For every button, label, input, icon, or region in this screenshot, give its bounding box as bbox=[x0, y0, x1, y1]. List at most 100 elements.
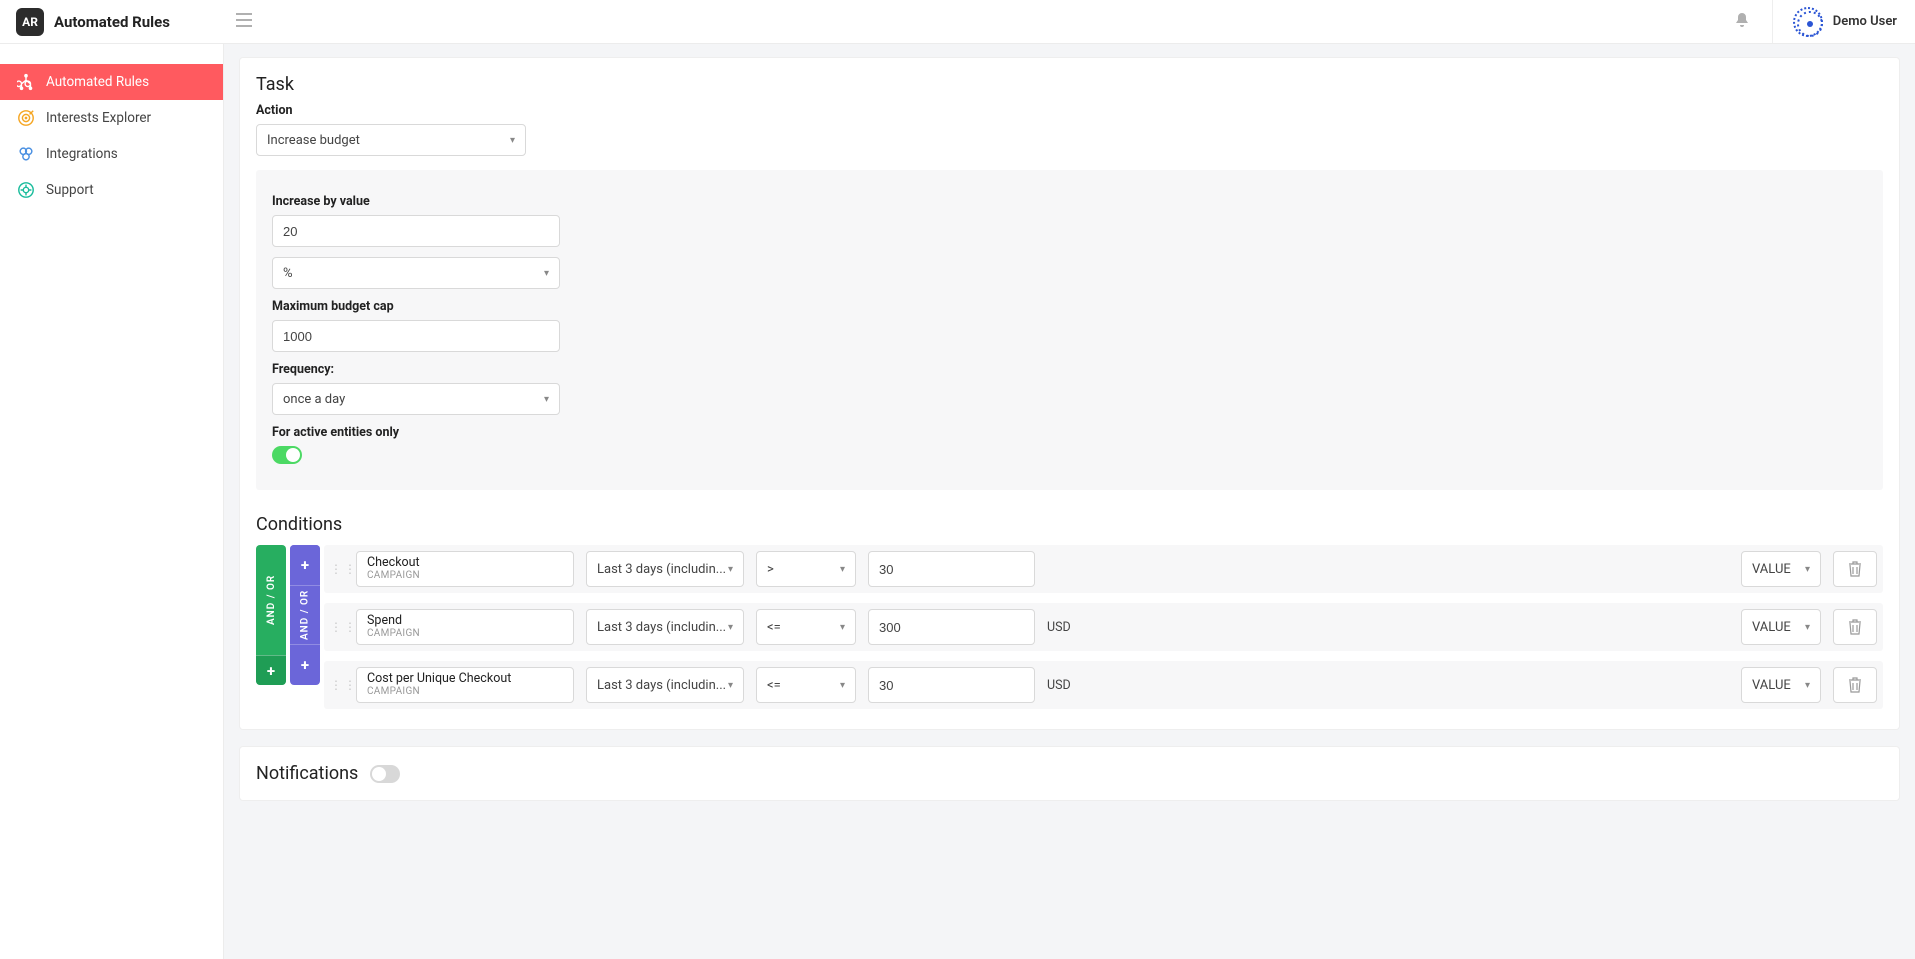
notifications-title: Notifications bbox=[256, 763, 358, 784]
outer-group-add-button[interactable]: + bbox=[256, 655, 286, 685]
delete-row-button[interactable] bbox=[1833, 667, 1877, 703]
task-title: Task bbox=[256, 74, 1883, 95]
action-label: Action bbox=[256, 103, 1883, 118]
sidebar-item-support[interactable]: Support bbox=[0, 172, 223, 208]
user-menu[interactable]: Demo User bbox=[1772, 0, 1897, 43]
chevron-down-icon: ▾ bbox=[1805, 680, 1810, 691]
suffix-label: USD bbox=[1047, 678, 1097, 693]
bell-icon[interactable] bbox=[1734, 11, 1750, 33]
operator-value: > bbox=[767, 562, 774, 577]
sidebar-item-integrations[interactable]: Integrations bbox=[0, 136, 223, 172]
toggle-knob bbox=[286, 448, 300, 462]
notifications-toggle[interactable] bbox=[370, 765, 400, 783]
delete-row-button[interactable] bbox=[1833, 609, 1877, 645]
operator-select[interactable]: <= ▾ bbox=[756, 609, 856, 645]
sidebar: Automated Rules Interests Explorer Integ… bbox=[0, 44, 224, 959]
brand-name: Automated Rules bbox=[54, 13, 170, 31]
chevron-down-icon: ▾ bbox=[840, 680, 845, 691]
timeframe-value: Last 3 days (includin... bbox=[597, 620, 726, 635]
active-only-label: For active entities only bbox=[272, 425, 1867, 440]
action-select[interactable]: Increase budget ▾ bbox=[256, 124, 526, 156]
timeframe-select[interactable]: Last 3 days (includin... ▾ bbox=[586, 609, 744, 645]
inner-group-label[interactable]: AND / OR bbox=[290, 586, 320, 644]
inner-group-andor: + AND / OR + bbox=[290, 545, 320, 685]
timeframe-select[interactable]: Last 3 days (includin... ▾ bbox=[586, 551, 744, 587]
drag-handle-icon[interactable]: ⋮⋮ bbox=[330, 624, 344, 630]
trash-icon bbox=[1848, 677, 1862, 693]
value-type-select[interactable]: VALUE ▾ bbox=[1741, 667, 1821, 703]
condition-rows: ⋮⋮ Checkout CAMPAIGN Last 3 days (includ… bbox=[324, 545, 1883, 709]
value-type: VALUE bbox=[1752, 620, 1791, 635]
task-card: Task Action Increase budget ▾ Increase b… bbox=[240, 58, 1899, 729]
unit-value: % bbox=[283, 266, 293, 281]
brand-area: AR Automated Rules bbox=[0, 8, 224, 36]
metric-select[interactable]: Spend CAMPAIGN bbox=[356, 609, 574, 645]
drag-handle-icon[interactable]: ⋮⋮ bbox=[330, 566, 344, 572]
target-icon bbox=[16, 108, 36, 128]
unit-select[interactable]: % ▾ bbox=[272, 257, 560, 289]
chevron-down-icon: ▾ bbox=[728, 564, 733, 575]
action-value: Increase budget bbox=[267, 133, 360, 148]
metric-name: Spend bbox=[367, 614, 563, 628]
metric-select[interactable]: Cost per Unique Checkout CAMPAIGN bbox=[356, 667, 574, 703]
metric-level: CAMPAIGN bbox=[367, 628, 563, 640]
frequency-value: once a day bbox=[283, 392, 345, 407]
increase-by-input[interactable] bbox=[272, 215, 560, 247]
max-cap-label: Maximum budget cap bbox=[272, 299, 1867, 314]
user-avatar-icon bbox=[1793, 7, 1823, 37]
rules-icon bbox=[16, 72, 36, 92]
sidebar-item-label: Interests Explorer bbox=[46, 110, 151, 126]
threshold-input[interactable] bbox=[868, 667, 1035, 703]
operator-select[interactable]: <= ▾ bbox=[756, 667, 856, 703]
chevron-down-icon: ▾ bbox=[510, 135, 515, 146]
value-type: VALUE bbox=[1752, 562, 1791, 577]
frequency-select[interactable]: once a day ▾ bbox=[272, 383, 560, 415]
drag-handle-icon[interactable]: ⋮⋮ bbox=[330, 682, 344, 688]
sidebar-item-automated-rules[interactable]: Automated Rules bbox=[0, 64, 223, 100]
condition-row: ⋮⋮ Checkout CAMPAIGN Last 3 days (includ… bbox=[324, 545, 1883, 593]
suffix-label: USD bbox=[1047, 620, 1097, 635]
user-name: Demo User bbox=[1833, 14, 1897, 29]
main-content: Task Action Increase budget ▾ Increase b… bbox=[224, 44, 1915, 814]
chevron-down-icon: ▾ bbox=[544, 394, 549, 405]
timeframe-select[interactable]: Last 3 days (includin... ▾ bbox=[586, 667, 744, 703]
threshold-input[interactable] bbox=[868, 551, 1035, 587]
trash-icon bbox=[1848, 561, 1862, 577]
active-only-toggle[interactable] bbox=[272, 446, 302, 464]
threshold-value[interactable] bbox=[879, 610, 1024, 644]
sidebar-item-label: Automated Rules bbox=[46, 74, 149, 90]
task-settings-panel: Increase by value % ▾ Maximum budget cap… bbox=[256, 170, 1883, 490]
metric-name: Cost per Unique Checkout bbox=[367, 672, 563, 686]
toggle-knob bbox=[372, 767, 386, 781]
operator-value: <= bbox=[767, 678, 781, 693]
outer-group-andor[interactable]: AND / OR + bbox=[256, 545, 286, 685]
max-cap-value[interactable] bbox=[283, 321, 549, 351]
integrations-icon bbox=[16, 144, 36, 164]
notifications-card: Notifications bbox=[240, 747, 1899, 800]
inner-group-add-bottom-button[interactable]: + bbox=[290, 645, 320, 685]
increase-by-label: Increase by value bbox=[272, 194, 1867, 209]
operator-select[interactable]: > ▾ bbox=[756, 551, 856, 587]
sidebar-item-interests-explorer[interactable]: Interests Explorer bbox=[0, 100, 223, 136]
inner-group-add-top-button[interactable]: + bbox=[290, 545, 320, 585]
metric-select[interactable]: Checkout CAMPAIGN bbox=[356, 551, 574, 587]
support-icon bbox=[16, 180, 36, 200]
frequency-label: Frequency: bbox=[272, 362, 1867, 377]
value-type-select[interactable]: VALUE ▾ bbox=[1741, 551, 1821, 587]
metric-level: CAMPAIGN bbox=[367, 686, 563, 698]
outer-group-label: AND / OR bbox=[266, 545, 277, 655]
chevron-down-icon: ▾ bbox=[544, 268, 549, 279]
max-cap-input[interactable] bbox=[272, 320, 560, 352]
menu-toggle-icon[interactable] bbox=[236, 13, 252, 31]
conditions-builder: AND / OR + + AND / OR + ⋮⋮ Checkout CAMP… bbox=[256, 545, 1883, 709]
threshold-input[interactable] bbox=[868, 609, 1035, 645]
delete-row-button[interactable] bbox=[1833, 551, 1877, 587]
threshold-value[interactable] bbox=[879, 552, 1024, 586]
chevron-down-icon: ▾ bbox=[1805, 564, 1810, 575]
increase-by-value[interactable] bbox=[283, 216, 549, 246]
threshold-value[interactable] bbox=[879, 668, 1024, 702]
timeframe-value: Last 3 days (includin... bbox=[597, 678, 726, 693]
conditions-title: Conditions bbox=[256, 514, 1883, 535]
chevron-down-icon: ▾ bbox=[728, 680, 733, 691]
value-type-select[interactable]: VALUE ▾ bbox=[1741, 609, 1821, 645]
